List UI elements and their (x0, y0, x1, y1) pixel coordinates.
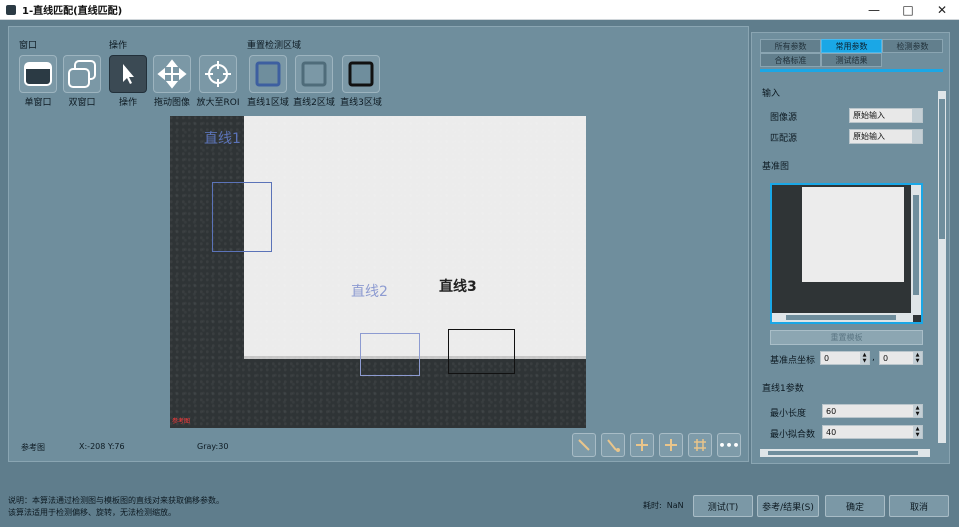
line3-roi[interactable] (448, 329, 515, 374)
template-thumbnail[interactable] (770, 183, 923, 324)
window-title: 1-直线匹配(直线匹配) (22, 6, 123, 17)
image-source-select[interactable]: 原始输入 (849, 108, 923, 123)
minimize-button[interactable]: — (857, 0, 891, 20)
reset-area-group-label: 重置检测区域 (247, 41, 302, 51)
panel-hscroll[interactable] (760, 449, 930, 457)
match-source-label: 匹配源 (770, 134, 798, 144)
cancel-button[interactable]: 取消 (889, 495, 949, 517)
description-line1: 说明：本算法通过检测图与模板图的直线对来获取偏移参数。 (8, 496, 224, 505)
crosshair-icon (205, 61, 231, 87)
tab-detect-params[interactable]: 检测参数 (882, 39, 943, 53)
description-line2: 该算法适用于检测偏移、旋转，无法检测缩放。 (8, 508, 176, 517)
line-tool-2-button[interactable] (601, 433, 625, 457)
tab-all-params[interactable]: 所有参数 (760, 39, 821, 53)
line2-label: 直线2 (351, 284, 388, 300)
min-fit-label: 最小拟合数 (770, 430, 816, 440)
single-window-icon (24, 62, 52, 86)
line1-area-button[interactable] (249, 55, 287, 93)
line1-label: 直线1 (204, 131, 241, 147)
chevron-down-icon (912, 109, 922, 122)
app-icon (6, 4, 16, 15)
dual-window-button[interactable] (63, 55, 101, 93)
maximize-button[interactable]: □ (891, 0, 925, 20)
thumbnail-hscroll[interactable] (772, 313, 913, 322)
thumbnail-vscroll[interactable] (911, 185, 921, 315)
reference-tag: 参考图 (172, 418, 191, 425)
gray-value: Gray:30 (197, 442, 229, 451)
elapsed-value: NaN (666, 501, 684, 510)
tab-pass-criteria[interactable]: 合格标准 (760, 53, 821, 67)
image-name-label: 参考图 (21, 443, 45, 452)
drag-image-button[interactable] (153, 55, 191, 93)
test-button[interactable]: 测试(T) (693, 495, 753, 517)
line2-area-button[interactable] (295, 55, 333, 93)
line1-params-label: 直线1参数 (762, 384, 804, 394)
tab-underline (760, 69, 943, 72)
operation-group-label: 操作 (109, 41, 128, 51)
zoom-roi-button[interactable] (199, 55, 237, 93)
window-group-label: 窗口 (19, 41, 38, 51)
title-bar: 1-直线匹配(直线匹配) — □ ✕ (0, 0, 959, 20)
single-window-button[interactable] (19, 55, 57, 93)
plus-alt-icon (665, 439, 677, 451)
more-dots-icon: ••• (718, 438, 740, 452)
min-length-label: 最小长度 (770, 409, 807, 419)
add-point-alt-button[interactable] (659, 433, 683, 457)
reference-result-button[interactable]: 参考/结果(S) (757, 495, 819, 517)
match-source-select[interactable]: 原始输入 (849, 129, 923, 144)
line2-roi[interactable] (360, 333, 420, 376)
tab-common-params[interactable]: 常用参数 (821, 39, 882, 53)
line-draw-icon (578, 439, 590, 451)
line3-label: 直线3 (439, 279, 477, 295)
base-image-label: 基准图 (762, 162, 790, 172)
line3-area-label: 直线3区域 (340, 98, 382, 108)
ref-point-label: 基准点坐标 (770, 356, 816, 366)
chevron-down-icon (912, 130, 922, 143)
more-button[interactable]: ••• (717, 433, 741, 457)
image-view-panel: 窗口 操作 重置检测区域 单窗口 双窗口 操作 拖动图像 放大至ROI 直线1区… (8, 26, 749, 462)
reset-template-button[interactable]: 重置模板 (770, 330, 923, 345)
add-point-button[interactable] (630, 433, 654, 457)
spin-arrows-icon[interactable]: ▲ ▼ (913, 405, 922, 417)
line2-area-icon (301, 61, 327, 87)
cursor-icon (123, 64, 134, 84)
elapsed-label: 耗时: NaN (643, 501, 684, 510)
spin-arrows-icon[interactable]: ▲ ▼ (913, 352, 922, 364)
ok-button[interactable]: 确定 (825, 495, 885, 517)
parameters-panel: 所有参数 常用参数 检测参数 合格标准 测试结果 输入 图像源 原始输入 匹配源… (751, 32, 950, 464)
close-button[interactable]: ✕ (925, 0, 959, 20)
line3-area-icon (348, 61, 374, 87)
bright-plate-region (244, 116, 586, 359)
grid-icon (694, 439, 706, 451)
min-fit-input[interactable]: 40 ▲ ▼ (822, 425, 923, 439)
cursor-coords: X:-208 Y:76 (79, 442, 125, 451)
min-length-input[interactable]: 60 ▲ ▼ (822, 404, 923, 418)
spin-arrows-icon[interactable]: ▲ ▼ (860, 352, 869, 364)
dual-window-icon (68, 60, 96, 88)
ref-point-y-input[interactable]: 0 ▲ ▼ (879, 351, 923, 365)
grid-button[interactable] (688, 433, 712, 457)
plus-icon (636, 439, 648, 451)
line3-area-button[interactable] (342, 55, 380, 93)
line-draw-alt-icon (607, 439, 620, 452)
ref-point-separator: , (872, 353, 875, 363)
panel-vscroll[interactable] (938, 91, 946, 443)
tab-test-results[interactable]: 测试结果 (821, 53, 882, 67)
ref-point-x-input[interactable]: 0 ▲ ▼ (820, 351, 870, 365)
move-arrows-icon (157, 59, 187, 89)
spin-arrows-icon[interactable]: ▲ ▼ (913, 426, 922, 438)
image-source-label: 图像源 (770, 113, 798, 123)
input-section-label: 输入 (762, 89, 781, 99)
line1-roi[interactable] (212, 182, 272, 252)
image-canvas[interactable]: 直线1 直线2 直线3 参考图 (170, 116, 586, 428)
operate-button[interactable] (109, 55, 147, 93)
line-tool-1-button[interactable] (572, 433, 596, 457)
line1-area-icon (255, 61, 281, 87)
